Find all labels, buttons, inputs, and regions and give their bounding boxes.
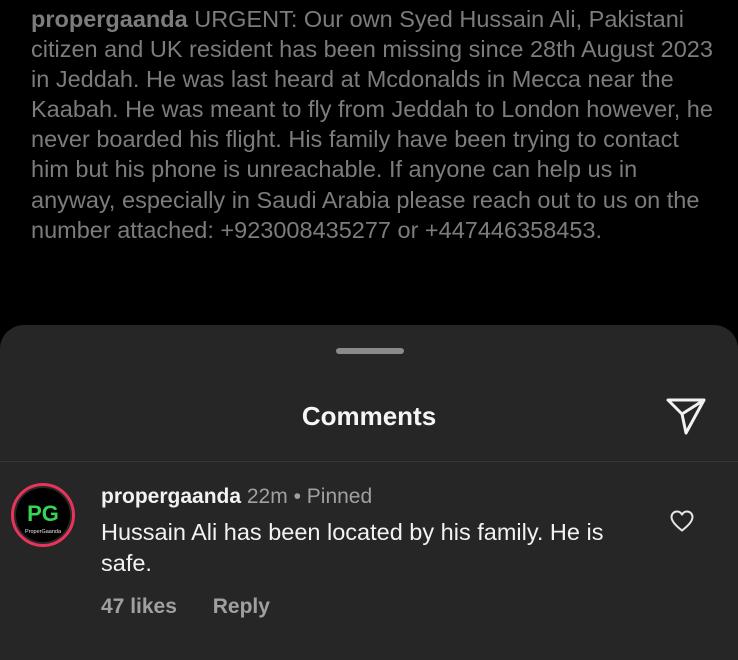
comment-username[interactable]: propergaanda <box>101 485 241 508</box>
reply-button[interactable]: Reply <box>213 593 270 621</box>
pinned-label: Pinned <box>306 485 373 508</box>
post-caption: propergaanda URGENT: Our own Syed Hussai… <box>31 4 721 245</box>
comment-text: Hussain Ali has been located by his fami… <box>101 519 604 576</box>
like-button[interactable] <box>666 505 698 537</box>
avatar[interactable]: PG ProperGaanda <box>10 482 76 548</box>
comment-time: 22m <box>246 485 288 508</box>
avatar-logo-text: PG <box>27 501 59 526</box>
sheet-drag-handle[interactable] <box>336 348 404 354</box>
share-button[interactable] <box>662 394 710 438</box>
sheet-title: Comments <box>301 401 437 431</box>
likes-count[interactable]: 47 likes <box>101 593 177 621</box>
comment-header: propergaanda 22m • Pinned <box>101 483 372 511</box>
paper-plane-icon <box>666 398 706 435</box>
avatar-logo-subtext: ProperGaanda <box>25 529 62 535</box>
comment-separator: • <box>293 485 301 508</box>
heart-icon <box>670 510 694 532</box>
caption-username[interactable]: propergaanda <box>31 6 188 32</box>
caption-text: URGENT: Our own Syed Hussain Ali, Pakist… <box>31 6 713 243</box>
sheet-divider <box>0 461 738 462</box>
comments-sheet: Comments PG ProperGaanda propergaanda 22… <box>0 325 738 660</box>
comment-actions: 47 likes Reply <box>101 593 270 621</box>
